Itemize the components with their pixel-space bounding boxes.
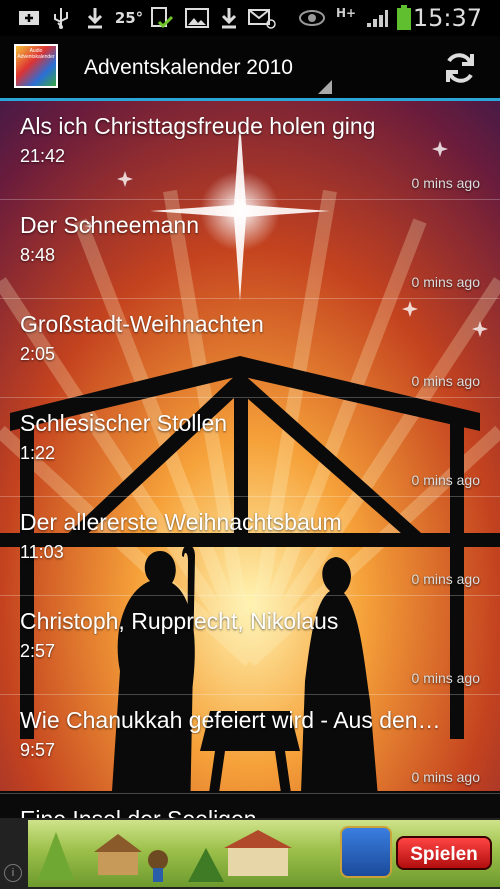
usb-icon: [50, 6, 72, 30]
app-logo-text: Audio Adventskalender: [17, 48, 55, 60]
gallery-icon: [184, 6, 210, 30]
ad-info-icon[interactable]: i: [4, 864, 22, 882]
episode-row[interactable]: Der Schneemann 8:48 0 mins ago: [0, 200, 500, 299]
episode-age: 0 mins ago: [411, 175, 480, 191]
email-icon: [248, 6, 276, 30]
episode-row[interactable]: Eine Insel der Seeligen: [0, 794, 500, 818]
ad-play-button[interactable]: Spielen: [396, 836, 492, 870]
signal-icon: [364, 6, 390, 30]
episode-duration: 8:48: [20, 245, 56, 265]
episode-list-container[interactable]: Als ich Christtagsfreude holen ging 21:42…: [0, 101, 500, 818]
episode-title: Wie Chanukkah gefeiert wird - Aus den…: [20, 707, 441, 733]
ad-banner-image[interactable]: Spielen: [28, 820, 500, 887]
episode-age: 0 mins ago: [411, 571, 480, 587]
episode-age: 0 mins ago: [411, 373, 480, 389]
episode-age: 0 mins ago: [411, 670, 480, 686]
episode-age: 0 mins ago: [411, 274, 480, 290]
dropdown-caret-icon[interactable]: [318, 80, 332, 94]
episode-duration: 9:57: [20, 740, 56, 760]
weather-temperature: 25°: [114, 9, 144, 27]
eye-icon: [298, 6, 326, 30]
download-icon-2: [218, 6, 240, 30]
episode-list: Als ich Christtagsfreude holen ging 21:42…: [0, 101, 500, 818]
episode-title: Großstadt-Weihnachten: [20, 311, 264, 337]
episode-duration: 2:57: [20, 641, 56, 661]
ad-banner: i Spielen: [0, 818, 500, 889]
add-notification-icon: [16, 6, 42, 30]
clock: 15:37: [412, 4, 482, 32]
app-logo[interactable]: Audio Adventskalender: [14, 44, 58, 88]
action-bar: Audio Adventskalender Adventskalender 20…: [0, 36, 500, 98]
episode-row[interactable]: Christoph, Rupprecht, Nikolaus 2:57 0 mins…: [0, 596, 500, 695]
episode-row[interactable]: Wie Chanukkah gefeiert wird - Aus den… 9:…: [0, 695, 500, 794]
ad-game-avatar: [340, 826, 392, 878]
episode-duration: 21:42: [20, 146, 66, 166]
episode-age: 0 mins ago: [411, 769, 480, 785]
episode-age: 0 mins ago: [411, 472, 480, 488]
episode-title: Eine Insel der Seeligen: [20, 806, 257, 818]
task-done-icon: [148, 6, 176, 30]
episode-title: Der allererste Weihnachtsbaum: [20, 509, 342, 535]
episode-title: Als ich Christtagsfreude holen ging: [20, 113, 376, 139]
episode-duration: 11:03: [20, 542, 64, 562]
refresh-icon[interactable]: [440, 48, 480, 88]
episode-title: Schlesischer Stollen: [20, 410, 228, 436]
episode-row[interactable]: Großstadt-Weihnachten 2:05 0 mins ago: [0, 299, 500, 398]
episode-duration: 2:05: [20, 344, 56, 364]
ad-village-illustration: [38, 830, 292, 882]
episode-title: Christoph, Rupprecht, Nikolaus: [20, 608, 339, 634]
episode-row[interactable]: Als ich Christtagsfreude holen ging 21:42…: [0, 101, 500, 200]
download-icon: [84, 6, 106, 30]
episode-duration: 1:22: [20, 443, 56, 463]
episode-title: Der Schneemann: [20, 212, 199, 238]
network-type: H+: [335, 6, 357, 20]
battery-icon: [394, 5, 414, 30]
app-title[interactable]: Adventskalender 2010: [84, 56, 293, 80]
episode-row[interactable]: Der allererste Weihnachtsbaum 11:03 0 mins…: [0, 497, 500, 596]
episode-row[interactable]: Schlesischer Stollen 1:22 0 mins ago: [0, 398, 500, 497]
status-bar: 25° H+ 15:37: [0, 0, 500, 36]
